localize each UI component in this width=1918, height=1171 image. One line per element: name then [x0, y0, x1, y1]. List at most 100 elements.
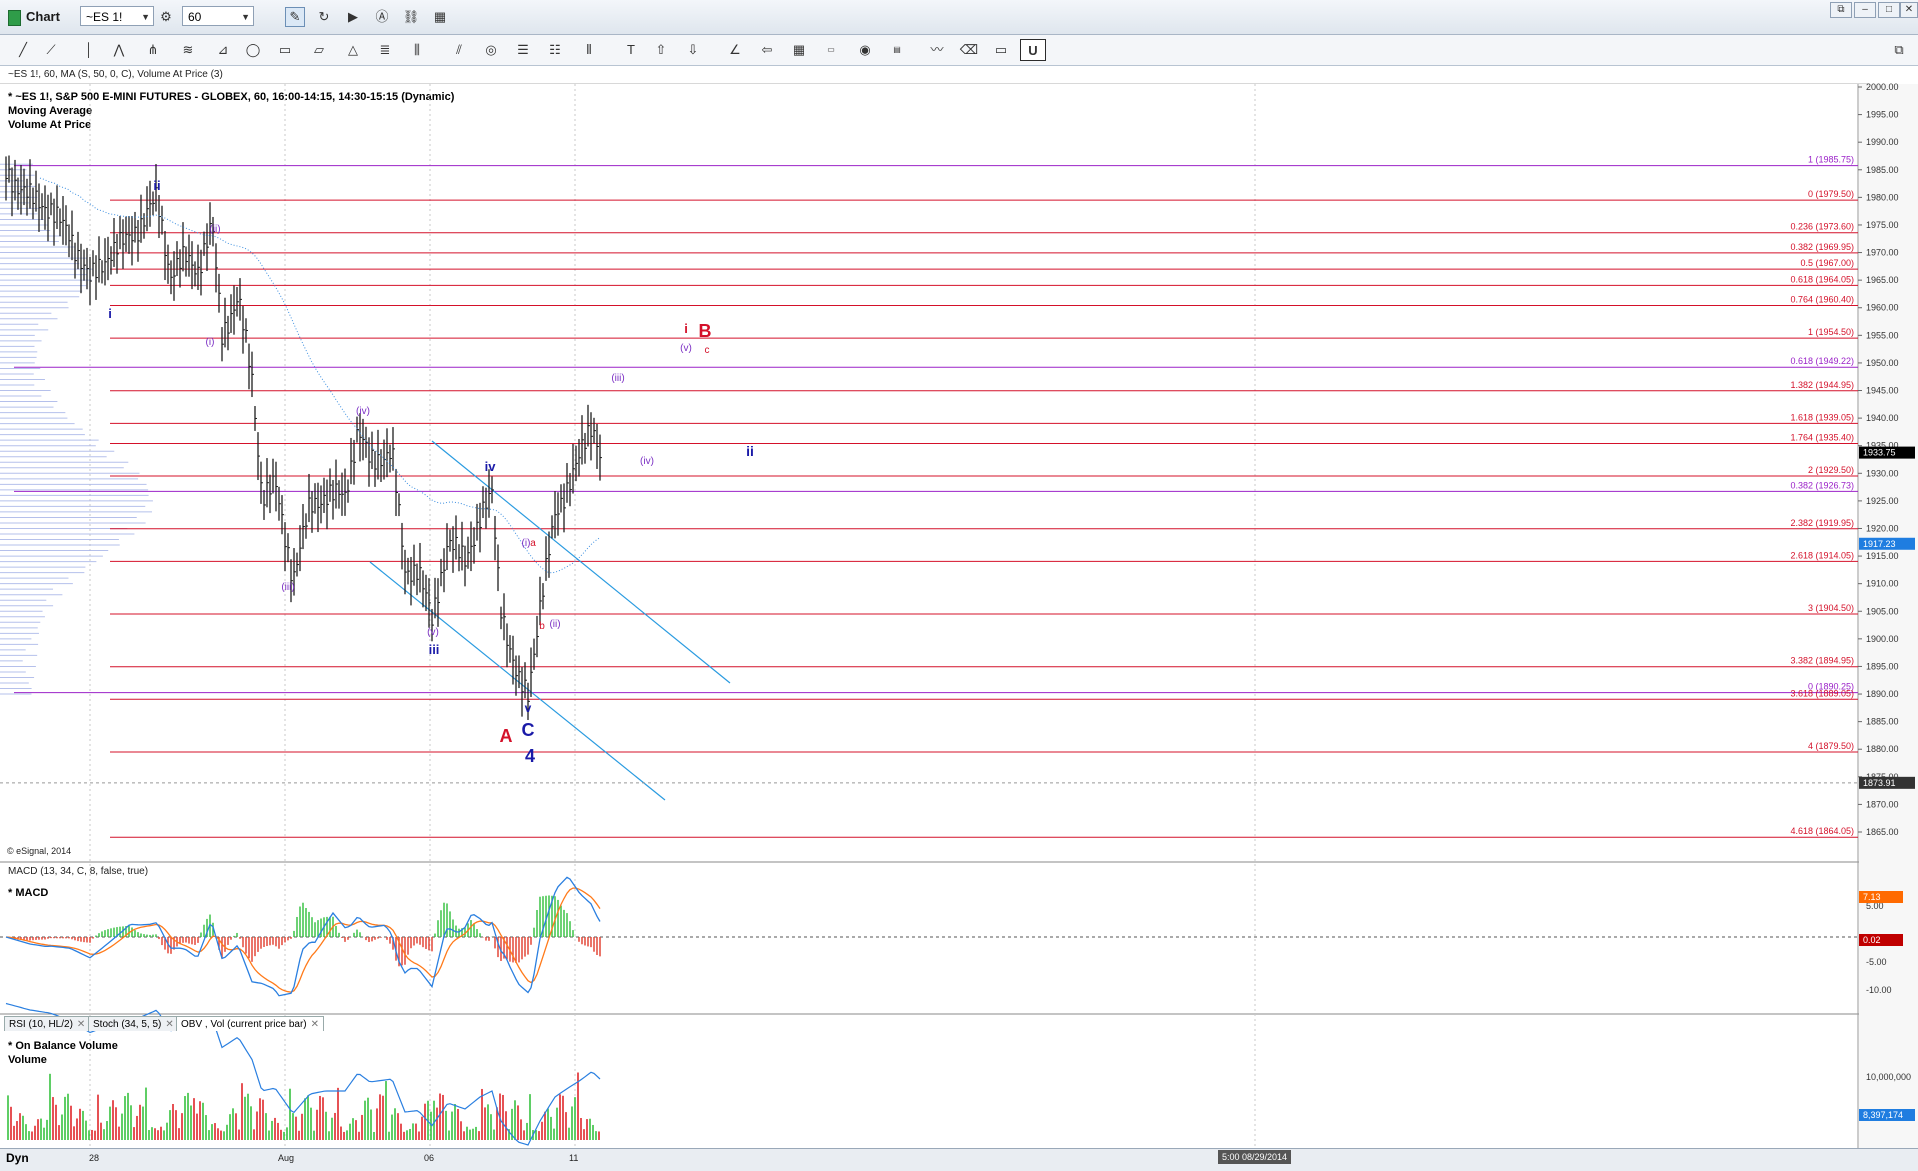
close-icon[interactable]: ✕ [165, 1019, 173, 1030]
wave-label: B [699, 321, 712, 341]
macd-header[interactable]: MACD (13, 34, C, 8, false, true) [8, 866, 148, 877]
fib-level-label: 0.764 (1960.40) [1790, 295, 1854, 305]
tab-obv[interactable]: OBV , Vol (current price bar) ✕ [176, 1016, 324, 1031]
price-badge-text: 1917.23 [1863, 539, 1896, 549]
price-bars [5, 155, 602, 720]
channel-lower-line [369, 561, 666, 801]
cursor-date-flag: 5:00 08/29/2014 [1218, 1150, 1292, 1164]
price-tick-label: 1970.00 [1866, 248, 1899, 258]
price-tick-label: 1965.00 [1866, 275, 1899, 285]
wave-label: (ii) [549, 619, 560, 630]
wave-label: v [525, 701, 532, 715]
obv-sub: Volume [8, 1054, 47, 1066]
wave-label: i [684, 321, 688, 336]
wave-label: c [705, 345, 710, 356]
macd-tick-label: -10.00 [1866, 985, 1892, 995]
price-tick-label: 1895.00 [1866, 661, 1899, 671]
wave-label: (v) [680, 343, 692, 354]
x-tick-label: 11 [569, 1153, 579, 1163]
price-tick-label: 1870.00 [1866, 799, 1899, 809]
price-tick-label: 2000.00 [1866, 82, 1899, 92]
wave-label: iii [429, 642, 440, 657]
close-icon[interactable]: ✕ [77, 1019, 85, 1030]
price-tick-label: 1910.00 [1866, 579, 1899, 589]
tab-rsi[interactable]: RSI (10, HL/2) ✕ [4, 1016, 91, 1031]
wave-label: (ii) [209, 224, 220, 235]
price-badge-text: 1933.75 [1863, 448, 1896, 458]
fib-level-label: 3.382 (1894.95) [1790, 656, 1854, 666]
price-tick-label: 1880.00 [1866, 744, 1899, 754]
fib-level-label: 4.618 (1864.05) [1790, 826, 1854, 836]
x-tick-label: Aug [278, 1153, 295, 1163]
price-tick-label: 1905.00 [1866, 606, 1899, 616]
price-tick-label: 1995.00 [1866, 110, 1899, 120]
price-tick-label: 1945.00 [1866, 386, 1899, 396]
tab-label: Stoch (34, 5, 5) [93, 1019, 162, 1030]
fib-level-label: 1 (1954.50) [1808, 327, 1854, 337]
x-tick-label: 28 [89, 1153, 100, 1163]
price-tick-label: 1865.00 [1866, 827, 1899, 837]
tab-label: RSI (10, HL/2) [9, 1019, 73, 1030]
wave-label: A [500, 726, 513, 746]
fib-level-label: 2.618 (1914.05) [1790, 550, 1854, 560]
channel-upper-line [431, 440, 731, 684]
price-tick-label: 1915.00 [1866, 551, 1899, 561]
fib-level-label: 1.618 (1939.05) [1790, 412, 1854, 422]
fib-level-label: 2.382 (1919.95) [1790, 518, 1854, 528]
fib-level-label: 1 (1985.75) [1808, 155, 1854, 165]
price-tick-label: 1980.00 [1866, 192, 1899, 202]
wave-label: a [530, 538, 536, 549]
obv-badge-text: 8,397,174 [1863, 1110, 1903, 1120]
price-tick-label: 1885.00 [1866, 717, 1899, 727]
price-tick-label: 1990.00 [1866, 137, 1899, 147]
wave-label: i [108, 306, 112, 321]
tab-label: OBV , Vol (current price bar) [181, 1019, 307, 1030]
obv-tick-label: 10,000,000 [1866, 1072, 1911, 1082]
price-badge-text: 1873.91 [1863, 778, 1896, 788]
fib-level-label: 2 (1929.50) [1808, 465, 1854, 475]
fib-level-label: 0.382 (1969.95) [1790, 242, 1854, 252]
price-tick-label: 1920.00 [1866, 523, 1899, 533]
price-tick-label: 1925.00 [1866, 496, 1899, 506]
fib-level-label: 0.236 (1973.60) [1790, 222, 1854, 232]
copyright: © eSignal, 2014 [7, 846, 72, 856]
price-pane [0, 84, 1918, 862]
fib-level-label: 0.618 (1964.05) [1790, 274, 1854, 284]
wave-label: (v) [427, 627, 439, 638]
fib-level-label: 1.382 (1944.95) [1790, 380, 1854, 390]
wave-label: (i) [206, 337, 215, 348]
price-tick-label: 1950.00 [1866, 358, 1899, 368]
tab-stoch[interactable]: Stoch (34, 5, 5) ✕ [88, 1016, 179, 1031]
chart-svg[interactable]: 2000.00 1995.00 1990.00 1985.00 1980.00 1975.… [0, 0, 1918, 1170]
price-tick-label: 1975.00 [1866, 220, 1899, 230]
wave-label: (i) [522, 538, 531, 549]
macd-name: * MACD [8, 887, 49, 899]
wave-label: 4 [525, 746, 535, 766]
fib-level-label: 3 (1904.50) [1808, 603, 1854, 613]
wave-label: iv [485, 459, 497, 474]
x-tick-label: 06 [424, 1153, 435, 1163]
moving-average-line [39, 177, 601, 574]
fib-level-label: 1.764 (1935.40) [1790, 432, 1854, 442]
wave-label: (iv) [356, 406, 370, 417]
wave-label: C [522, 720, 535, 740]
wave-label: ii [746, 443, 754, 459]
price-tick-label: 1985.00 [1866, 165, 1899, 175]
fib-level-label: 0.618 (1949.22) [1790, 356, 1854, 366]
fib-level-label: 0.5 (1967.00) [1800, 258, 1854, 268]
fib-level-label: 4 (1879.50) [1808, 741, 1854, 751]
price-tick-label: 1940.00 [1866, 413, 1899, 423]
wave-label: b [539, 621, 545, 632]
obv-name: * On Balance Volume [8, 1040, 118, 1052]
wave-label: (iii) [281, 582, 294, 593]
wave-label: (iv) [640, 456, 654, 467]
close-icon[interactable]: ✕ [311, 1019, 319, 1030]
wave-label: (iii) [611, 373, 624, 384]
fib-level-label: 0 (1979.50) [1808, 189, 1854, 199]
wave-label: ii [153, 178, 160, 193]
fib-level-label: 0.382 (1926.73) [1790, 480, 1854, 490]
indicator-tabs: RSI (10, HL/2) ✕ Stoch (34, 5, 5) ✕ OBV , … [0, 1014, 1918, 1032]
macd-tick-label: -5.00 [1866, 957, 1887, 967]
dynamic-toggle[interactable]: Dyn [6, 1151, 29, 1165]
macd-badge-text: 0.02 [1863, 935, 1881, 945]
